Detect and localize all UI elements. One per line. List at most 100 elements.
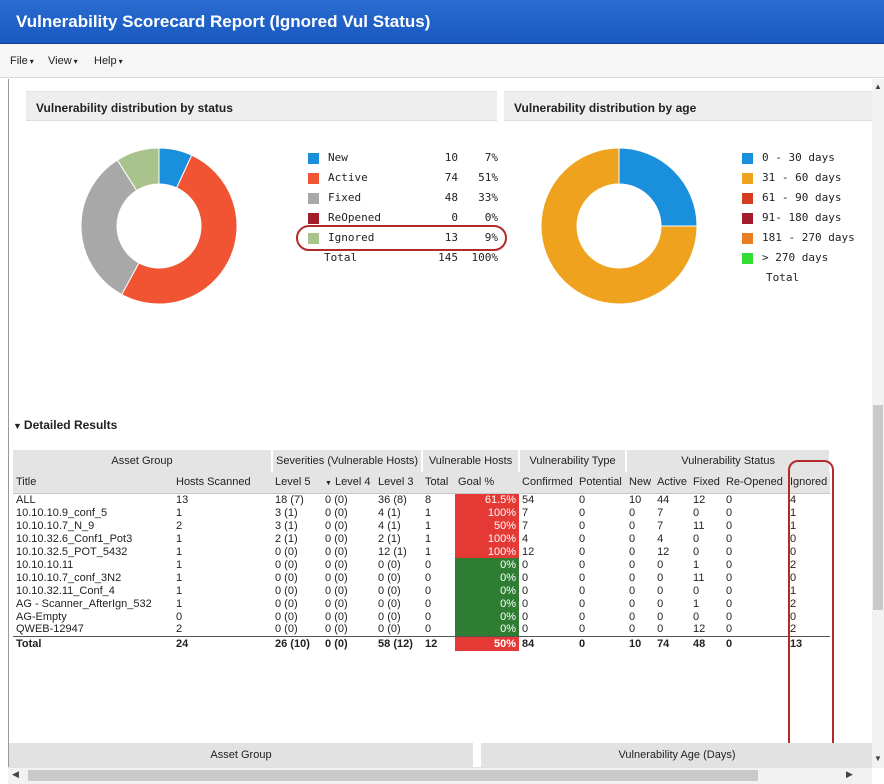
table-row[interactable]: 10.10.10.11 1 0 (0) 0 (0) 0 (0) 0 0% 0 0 0 0 1 0 2 <box>13 558 830 571</box>
cell-total: 12 <box>422 635 456 651</box>
scroll-right-arrow-icon[interactable]: ▶ <box>846 769 853 780</box>
cell-level-4: 0 (0) <box>325 545 348 558</box>
cell-potential: 0 <box>579 506 586 519</box>
cell-level-4: 0 (0) <box>325 558 348 571</box>
col-header-hosts-scanned[interactable]: Hosts Scanned <box>173 472 272 494</box>
legend-swatch <box>308 213 319 224</box>
scroll-down-arrow-icon[interactable]: ▼ <box>874 754 882 763</box>
ignored-highlight-ellipse <box>296 225 507 251</box>
cell-level-4: 0 (0) <box>325 610 348 623</box>
cell-title: AG-Empty <box>16 610 67 623</box>
table-row[interactable]: AG-Empty 0 0 (0) 0 (0) 0 (0) 0 0% 0 0 0 0 0 0 0 <box>13 610 830 623</box>
cell-active: 0 <box>657 571 664 584</box>
col-header-total[interactable]: Total <box>422 472 456 494</box>
menu-help[interactable]: Help ▾ <box>94 55 123 67</box>
table-row[interactable]: ALL 13 18 (7) 0 (0) 36 (8) 8 61.5% 54 0 10 44 12 0 4 <box>13 493 830 506</box>
cell-fixed: 0 <box>693 506 700 519</box>
menu-file[interactable]: File ▾ <box>10 55 34 67</box>
table-row[interactable]: 10.10.10.7_N_9 2 3 (1) 0 (0) 4 (1) 1 50% 7 0 0 7 11… <box>13 519 830 532</box>
detailed-results-toggle[interactable]: ▼ Detailed Results <box>13 418 117 432</box>
cell-goal: 0% <box>455 597 520 610</box>
menu-bar: File ▾ View ▾ Help ▾ <box>0 44 884 78</box>
group-header-vulnerable-hosts: Vulnerable Hosts <box>422 450 521 472</box>
cell-confirmed: 84 <box>519 635 577 651</box>
cell-total: 0 <box>425 610 432 623</box>
cell-reopened: 0 <box>725 584 733 597</box>
cell-level-5: 0 (0) <box>275 545 298 558</box>
cell-total: 1 <box>425 519 432 532</box>
cell-title: 10.10.32.11_Conf_4 <box>16 584 115 597</box>
table-row[interactable]: 10.10.10.9_conf_5 1 3 (1) 0 (0) 4 (1) 1 100% 7 0… <box>13 506 830 519</box>
cell-level-4: 0 (0) <box>325 532 348 545</box>
col-header-reopened[interactable]: Re-Opened <box>722 472 787 494</box>
table-row[interactable]: 10.10.10.7_conf_3N2 1 0 (0) 0 (0) 0 (0) 0 0% 0 0… <box>13 571 830 584</box>
cell-new: 0 <box>629 584 636 597</box>
table-row[interactable]: 10.10.32.6_Conf1_Pot3 1 2 (1) 0 (0) 2 (1) 1 10… <box>13 532 830 545</box>
cell-level-5: 2 (1) <box>275 532 298 545</box>
cell-reopened: 0 <box>725 597 733 610</box>
table-row[interactable]: 10.10.32.11_Conf_4 1 0 (0) 0 (0) 0 (0) 0 0% 0 0 0… <box>13 584 830 597</box>
cell-title: 10.10.10.9_conf_5 <box>16 506 108 519</box>
col-header-new[interactable]: New <box>626 472 655 494</box>
cell-new: 10 <box>626 635 655 651</box>
table-group-header-row: Asset Group Severities (Vulnerable Hosts… <box>13 450 832 472</box>
col-header-fixed[interactable]: Fixed <box>690 472 723 494</box>
scroll-up-arrow-icon[interactable]: ▲ <box>874 82 882 91</box>
age-slice-0-30-days[interactable] <box>618 147 698 227</box>
cell-potential: 0 <box>579 532 586 545</box>
cell-confirmed: 0 <box>522 571 529 584</box>
table-row[interactable]: AG - Scanner_AfterIgn_532 1 0 (0) 0 (0) 0 (0… <box>13 597 830 610</box>
cell-confirmed: 0 <box>522 623 529 636</box>
col-header-confirmed[interactable]: Confirmed <box>519 472 577 494</box>
cell-fixed: 0 <box>693 545 700 558</box>
table-row[interactable]: 10.10.32.5_POT_5432 1 0 (0) 0 (0) 12 (1) 1 100… <box>13 545 830 558</box>
caret-down-icon: ▾ <box>118 57 123 66</box>
cell-potential: 0 <box>579 558 586 571</box>
cell-confirmed: 0 <box>522 610 529 623</box>
cell-hosts-scanned: 1 <box>176 545 183 558</box>
status-legend: New 10 7% Active 74 51% Fixed 48 33% ReO… <box>308 151 498 271</box>
col-header-active[interactable]: Active <box>654 472 691 494</box>
cell-confirmed: 54 <box>522 493 535 506</box>
col-header-level-5[interactable]: Level 5 <box>272 472 323 494</box>
cell-reopened: 0 <box>725 532 733 545</box>
scroll-left-arrow-icon[interactable]: ◀ <box>12 769 19 780</box>
cell-reopened: 0 <box>725 493 733 506</box>
table-row[interactable]: QWEB-12947 2 0 (0) 0 (0) 0 (0) 0 0% 0 0 0 0 12 0 2 <box>13 623 830 636</box>
cell-goal: 100% <box>455 532 520 545</box>
col-header-level-4[interactable]: ▼ Level 4 <box>322 472 376 494</box>
cell-goal: 50% <box>455 635 520 651</box>
cell-potential: 0 <box>579 571 586 584</box>
table-total-row[interactable]: Total 24 26 (10) 0 (0) 58 (12) 12 50% 84 0 10 74 48… <box>13 635 831 651</box>
group-header-severities: Severities (Vulnerable Hosts) <box>272 450 424 472</box>
caret-down-icon: ▾ <box>73 57 78 66</box>
col-header-title[interactable]: Title <box>13 472 173 494</box>
window-title: Vulnerability Scorecard Report (Ignored … <box>16 12 431 31</box>
cell-hosts-scanned: 1 <box>176 584 183 597</box>
cell-title: QWEB-12947 <box>16 623 84 636</box>
legend-swatch <box>308 193 319 204</box>
cell-new: 0 <box>629 532 636 545</box>
ignored-column-highlight <box>788 460 834 762</box>
table-column-header-row: Title Hosts Scanned Level 5 ▼ Level 4 Le… <box>13 472 831 494</box>
cell-hosts-scanned: 1 <box>176 506 183 519</box>
legend-swatch <box>742 253 753 264</box>
horizontal-scrollbar-thumb[interactable] <box>28 770 758 781</box>
menu-view[interactable]: View ▾ <box>48 55 78 67</box>
cell-hosts-scanned: 24 <box>173 635 272 651</box>
cell-level-3: 58 (12) <box>375 635 423 651</box>
cell-level-5: 0 (0) <box>275 597 298 610</box>
cell-fixed: 1 <box>693 597 700 610</box>
cell-level-3: 4 (1) <box>378 506 401 519</box>
cell-total: 0 <box>425 584 432 597</box>
cell-total: 0 <box>425 597 432 610</box>
cell-level-3: 12 (1) <box>378 545 407 558</box>
col-header-level-3[interactable]: Level 3 <box>375 472 423 494</box>
col-header-potential[interactable]: Potential <box>576 472 627 494</box>
col-header-goal[interactable]: Goal % <box>455 472 520 494</box>
cell-title: 10.10.32.5_POT_5432 <box>16 545 128 558</box>
cell-title: 10.10.10.7_conf_3N2 <box>16 571 122 584</box>
cell-level-4: 0 (0) <box>325 519 348 532</box>
vertical-scrollbar-thumb[interactable] <box>873 405 883 610</box>
cell-level-3: 0 (0) <box>378 558 401 571</box>
